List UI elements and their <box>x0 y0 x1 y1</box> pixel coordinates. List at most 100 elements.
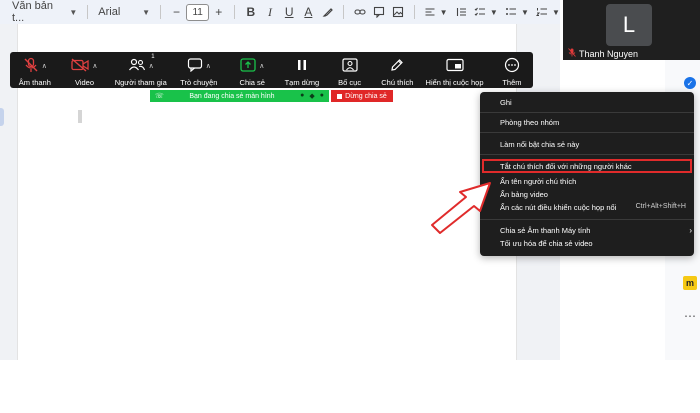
comment-icon[interactable] <box>369 2 388 22</box>
chat-label: Trò chuyện <box>180 78 218 87</box>
numbered-list-icon[interactable] <box>533 2 552 22</box>
tasks-check-icon[interactable]: ✓ <box>684 77 696 89</box>
layout-icon <box>342 57 358 74</box>
menu-divider <box>480 112 694 113</box>
participants-label: Người tham gia <box>114 78 167 87</box>
menu-item-spotlight-share[interactable]: Làm nổi bật chia sẻ này <box>500 140 579 149</box>
style-dropdown-label: Văn bản t... <box>12 0 53 24</box>
underline-button[interactable]: U <box>280 2 299 22</box>
info-icon[interactable]: ● <box>320 92 324 100</box>
chevron-up-icon[interactable]: ∧ <box>149 62 154 70</box>
menu-item-hide-floating-controls[interactable]: Ẩn các nút điều khiển cuộc họp nổi Ctrl+… <box>500 203 686 212</box>
audio-button[interactable]: ∧ Âm thanh <box>14 56 56 87</box>
font-size-input[interactable]: 11 <box>186 3 210 21</box>
image-icon[interactable] <box>388 2 407 22</box>
increase-font-size-button[interactable]: + <box>209 2 228 22</box>
annotate-button[interactable]: Chú thích <box>376 56 418 87</box>
toolbar-divider <box>87 5 89 19</box>
menu-divider <box>480 132 694 133</box>
chevron-up-icon[interactable]: ∧ <box>92 62 97 70</box>
chevron-right-icon: › <box>689 226 692 235</box>
line-spacing-icon[interactable] <box>452 2 471 22</box>
stop-share-button[interactable]: Dừng chia sẻ <box>331 90 393 102</box>
bulleted-list-icon[interactable] <box>502 2 521 22</box>
toolbar-divider <box>343 5 345 19</box>
sharing-status-text: Bạn đang chia sẻ màn hình <box>189 92 275 100</box>
chevron-down-icon: ▼ <box>69 7 78 17</box>
meeting-window-icon <box>445 58 464 74</box>
phone-icon: ☏ <box>155 93 164 100</box>
layout-label: Bố cục <box>338 78 362 87</box>
app-shortcut-icon[interactable]: m <box>683 276 697 290</box>
italic-button[interactable]: I <box>260 2 279 22</box>
annotation-arrow-icon <box>431 182 491 234</box>
menu-item-share-computer-audio[interactable]: Chia sẻ Âm thanh Máy tính › <box>500 226 692 235</box>
pause-label: Tạm dừng <box>284 78 320 87</box>
more-dots-icon[interactable]: ⋯ <box>684 309 696 323</box>
participants-button[interactable]: 1 ∧ Người tham gia <box>113 54 168 87</box>
page-footer-area <box>0 360 700 413</box>
toolbar-divider <box>234 5 236 19</box>
menu-item-hide-annotator-names[interactable]: Ẩn tên người chú thích <box>500 177 576 186</box>
stop-square-icon <box>337 93 343 99</box>
chevron-up-icon[interactable]: ∧ <box>259 62 264 70</box>
stop-share-label: Dừng chia sẻ <box>345 92 387 100</box>
participant-name-row: Thanh Nguyen <box>568 48 638 59</box>
video-off-icon <box>71 57 90 74</box>
checklist-icon[interactable] <box>471 2 490 22</box>
style-dropdown[interactable]: Văn bản t... ▼ <box>8 0 81 24</box>
shield-icon[interactable]: ◆ <box>309 92 314 100</box>
meeting-controls-toolbar: ∧ Âm thanh ∧ Video 1 ∧ Người tham gia ∧ <box>10 52 533 88</box>
more-label: Thêm <box>502 78 522 87</box>
toolbar-divider <box>413 5 415 19</box>
menu-divider <box>480 154 694 155</box>
chevron-down-icon[interactable]: ▼ <box>521 8 529 17</box>
sharing-status-banner: ☏ Bạn đang chia sẻ màn hình ● ◆ ● <box>150 90 329 102</box>
more-options-menu: Ghi Phòng theo nhóm Làm nổi bật chia sẻ … <box>480 92 694 256</box>
show-meeting-label: Hiển thị cuộc họp <box>425 78 484 87</box>
share-label: Chia sẻ <box>239 78 265 87</box>
menu-item-disable-annotation[interactable]: Tắt chú thích đối với những người khác <box>482 159 692 173</box>
share-button[interactable]: ∧ Chia sẻ <box>230 56 276 87</box>
menu-item-disable-annotation-label: Tắt chú thích đối với những người khác <box>500 161 632 171</box>
menu-item-record[interactable]: Ghi <box>500 98 512 107</box>
pause-share-button[interactable]: Tạm dừng <box>281 56 323 87</box>
font-dropdown[interactable]: Arial ▼ <box>94 3 154 21</box>
menu-item-share-computer-audio-label: Chia sẻ Âm thanh Máy tính <box>500 226 591 235</box>
text-color-button[interactable]: A <box>299 2 318 22</box>
chevron-down-icon[interactable]: ▼ <box>490 8 498 17</box>
mic-off-icon <box>23 57 39 75</box>
docs-toolbar: Văn bản t... ▼ Arial ▼ − 11 + B I U A ▼ … <box>0 0 560 24</box>
chevron-down-icon[interactable]: ▼ <box>440 8 448 17</box>
decrease-font-size-button[interactable]: − <box>167 2 186 22</box>
annotate-label: Chú thích <box>381 78 414 87</box>
menu-item-optimize-video[interactable]: Tối ưu hóa để chia sẻ video <box>500 239 593 248</box>
mic-muted-icon <box>568 48 576 59</box>
link-icon[interactable] <box>350 2 369 22</box>
layout-button[interactable]: Bố cục <box>329 56 371 87</box>
show-meeting-button[interactable]: Hiển thị cuộc họp <box>424 56 485 87</box>
video-button[interactable]: ∧ Video <box>62 56 108 87</box>
share-screen-icon <box>240 57 256 74</box>
chevron-down-icon[interactable]: ▼ <box>552 8 560 17</box>
chevron-down-icon: ▼ <box>142 7 151 17</box>
more-button[interactable]: Thêm <box>495 56 529 87</box>
chevron-up-icon[interactable]: ∧ <box>42 62 47 70</box>
mic-icon[interactable]: ● <box>300 92 304 100</box>
side-panel-handle[interactable] <box>0 108 4 126</box>
align-icon[interactable] <box>420 2 439 22</box>
people-icon <box>128 58 146 74</box>
pencil-icon <box>390 58 404 74</box>
participant-name: Thanh Nguyen <box>579 48 639 59</box>
avatar: L <box>606 4 652 46</box>
more-circle-icon <box>504 57 520 75</box>
font-dropdown-label: Arial <box>98 6 121 18</box>
menu-item-hide-floating-controls-label: Ẩn các nút điều khiển cuộc họp nổi <box>500 203 617 212</box>
video-label: Video <box>74 78 94 87</box>
participants-count-badge: 1 <box>151 54 155 60</box>
chevron-up-icon[interactable]: ∧ <box>206 62 211 70</box>
menu-item-breakout-rooms[interactable]: Phòng theo nhóm <box>500 118 559 127</box>
chat-button[interactable]: ∧ Trò chuyện <box>174 56 223 87</box>
highlight-pen-icon[interactable] <box>318 2 337 22</box>
bold-button[interactable]: B <box>241 2 260 22</box>
